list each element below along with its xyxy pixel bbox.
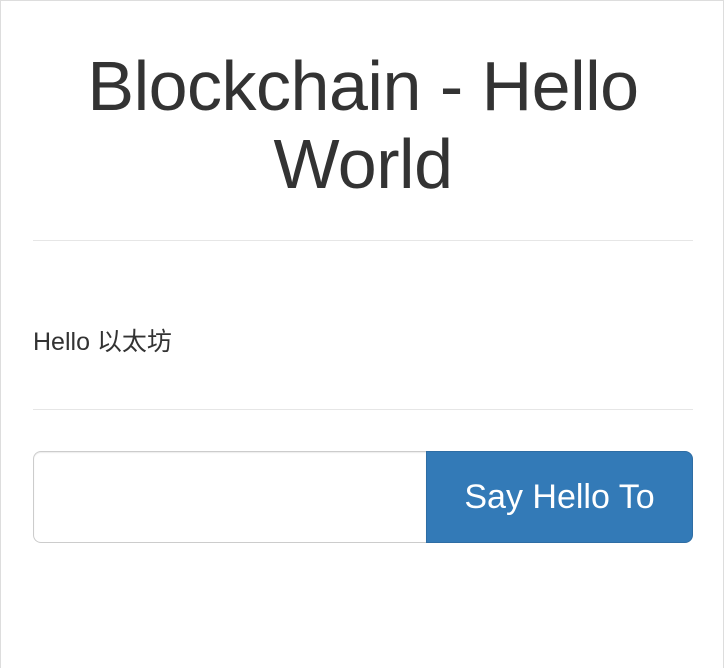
page-frame: Blockchain - Hello World Hello 以太坊 Say H… [0,0,724,668]
page-title: Blockchain - Hello World [87,47,639,203]
bottom-divider [33,409,693,410]
name-input[interactable] [33,451,426,543]
hello-form: Say Hello To [33,451,693,543]
say-hello-button[interactable]: Say Hello To [426,451,693,543]
main-container: Blockchain - Hello World Hello 以太坊 Say H… [33,1,693,543]
greeting-message: Hello 以太坊 [33,328,172,356]
